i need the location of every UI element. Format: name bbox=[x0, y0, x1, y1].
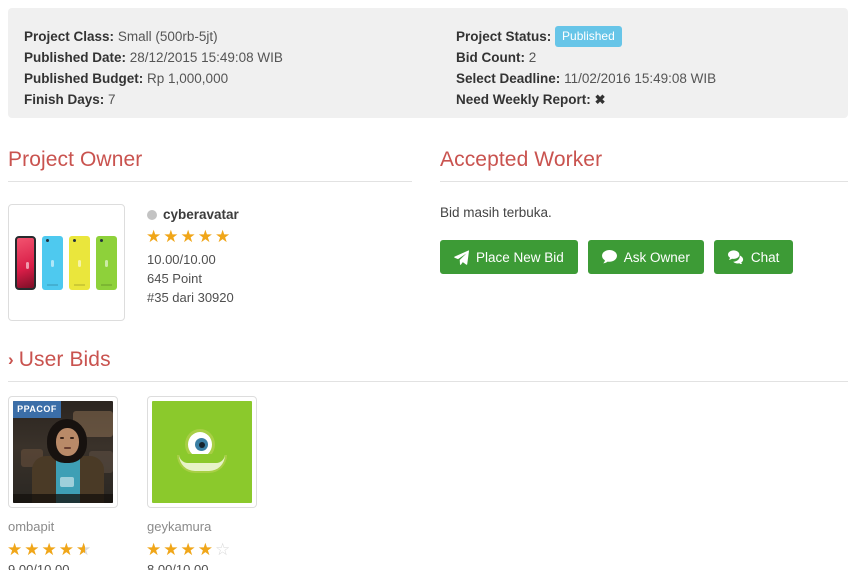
user-bids-heading[interactable]: › User Bids bbox=[8, 348, 848, 382]
bid-open-note: Bid masih terbuka. bbox=[440, 205, 552, 220]
bid-avatar-frame[interactable] bbox=[147, 396, 257, 508]
select-deadline-value: 11/02/2016 15:49:08 WIB bbox=[564, 71, 717, 86]
user-bid-card-list: PPACOF ombapit ★★★★★ 9.00/10.00 bbox=[7, 396, 848, 570]
project-class-row: Project Class: Small (500rb-5jt) bbox=[24, 26, 440, 47]
chat-label: Chat bbox=[750, 249, 780, 265]
owner-avatar-frame[interactable] bbox=[8, 204, 125, 321]
select-deadline-row: Select Deadline: 11/02/2016 15:49:08 WIB bbox=[456, 68, 848, 89]
ask-owner-button[interactable]: Ask Owner bbox=[587, 240, 704, 274]
published-date-label: Published Date: bbox=[24, 50, 127, 65]
project-owner-column: Project Owner cyberavatar ★★★★★ 10.00/10… bbox=[8, 148, 412, 321]
offline-circle-icon bbox=[147, 210, 157, 220]
comment-icon bbox=[601, 250, 617, 264]
finish-days-label: Finish Days: bbox=[24, 92, 105, 107]
bidder-star-rating: ★★★★☆ bbox=[146, 540, 270, 560]
star-icon: ★ bbox=[180, 227, 198, 246]
project-class-value: Small (500rb-5jt) bbox=[117, 29, 218, 44]
green-one-eyed-monster-icon bbox=[152, 401, 252, 503]
project-status-label: Project Status: bbox=[456, 29, 552, 44]
finish-days-value: 7 bbox=[108, 92, 116, 107]
star-icon: ★ bbox=[215, 227, 233, 246]
project-summary-panel: Project Class: Small (500rb-5jt) Publish… bbox=[8, 8, 848, 118]
project-status-row: Project Status: Published bbox=[456, 26, 848, 47]
project-detail-page: Project Class: Small (500rb-5jt) Publish… bbox=[0, 0, 856, 570]
star-icon: ★ bbox=[197, 540, 215, 559]
published-budget-row: Published Budget: Rp 1,000,000 bbox=[24, 68, 440, 89]
star-half-icon: ★ bbox=[76, 540, 93, 560]
bidder-star-rating: ★★★★★ bbox=[7, 540, 131, 560]
star-icon: ★ bbox=[58, 540, 76, 559]
star-icon: ★ bbox=[41, 540, 59, 559]
bidder-username[interactable]: geykamura bbox=[147, 519, 270, 534]
phones-thumbnail-icon bbox=[13, 209, 120, 316]
owner-info: cyberavatar ★★★★★ 10.00/10.00 645 Point … bbox=[146, 204, 239, 321]
bid-avatar-frame[interactable]: PPACOF bbox=[8, 396, 118, 508]
published-date-row: Published Date: 28/12/2015 15:49:08 WIB bbox=[24, 47, 440, 68]
paper-plane-icon bbox=[454, 249, 469, 265]
weekly-report-label: Need Weekly Report: bbox=[456, 92, 591, 107]
summary-right-column: Project Status: Published Bid Count: 2 S… bbox=[440, 26, 848, 110]
bidder-score: 8.00/10.00 bbox=[147, 562, 209, 570]
owner-rating-value: 10.00/10.00 bbox=[147, 252, 216, 267]
bidder-username[interactable]: ombapit bbox=[8, 519, 131, 534]
finish-days-row: Finish Days: 7 bbox=[24, 89, 440, 110]
worker-action-buttons: Place New Bid Ask Owner Chat bbox=[440, 240, 848, 274]
star-icon: ★ bbox=[146, 227, 164, 246]
user-bids-title: User Bids bbox=[18, 348, 111, 371]
bid-count-value: 2 bbox=[528, 50, 537, 65]
star-icon: ★ bbox=[180, 540, 198, 559]
photo-portrait-cafe-icon: PPACOF bbox=[13, 401, 113, 503]
chat-button[interactable]: Chat bbox=[713, 240, 794, 274]
cross-mark-icon: ✖ bbox=[594, 92, 606, 107]
comments-icon bbox=[727, 250, 744, 264]
bid-count-label: Bid Count: bbox=[456, 50, 525, 65]
user-bids-section: › User Bids PPACOF ombapit ★★★★★ ★ 9.00/… bbox=[7, 348, 848, 570]
star-empty-icon: ☆ bbox=[215, 540, 233, 559]
published-date-value: 28/12/2015 15:49:08 WIB bbox=[129, 50, 283, 65]
project-class-label: Project Class: bbox=[24, 29, 115, 44]
ask-owner-label: Ask Owner bbox=[623, 249, 690, 265]
list-item[interactable]: PPACOF ombapit ★★★★★ 9.00/10.00 bbox=[7, 396, 131, 570]
owner-username: cyberavatar bbox=[163, 207, 239, 222]
owner-rank: #35 dari 30920 bbox=[147, 290, 234, 305]
summary-left-column: Project Class: Small (500rb-5jt) Publish… bbox=[8, 26, 440, 110]
list-item[interactable]: geykamura ★★★★☆ 8.00/10.00 bbox=[146, 396, 270, 570]
cafe-sign-text: PPACOF bbox=[13, 401, 61, 418]
published-budget-label: Published Budget: bbox=[24, 71, 144, 86]
status-badge: Published bbox=[555, 26, 622, 47]
accepted-worker-heading: Accepted Worker bbox=[440, 148, 848, 182]
project-owner-card: cyberavatar ★★★★★ 10.00/10.00 645 Point … bbox=[8, 204, 412, 321]
chevron-right-icon: › bbox=[8, 350, 14, 369]
owner-star-rating: ★★★★★ bbox=[146, 227, 239, 248]
published-budget-value: Rp 1,000,000 bbox=[147, 71, 229, 86]
select-deadline-label: Select Deadline: bbox=[456, 71, 561, 86]
place-new-bid-button[interactable]: Place New Bid bbox=[440, 240, 578, 274]
owner-points: 645 Point bbox=[147, 271, 202, 286]
bidder-score: 9.00/10.00 bbox=[8, 562, 70, 570]
star-icon: ★ bbox=[163, 227, 181, 246]
star-icon: ★ bbox=[197, 227, 215, 246]
accepted-worker-column: Accepted Worker Bid masih terbuka. Place… bbox=[440, 148, 848, 274]
project-owner-heading: Project Owner bbox=[8, 148, 412, 182]
star-icon: ★ bbox=[7, 540, 25, 559]
bid-count-row: Bid Count: 2 bbox=[456, 47, 848, 68]
star-icon: ★ bbox=[163, 540, 181, 559]
place-new-bid-label: Place New Bid bbox=[476, 249, 564, 265]
star-icon: ★ bbox=[146, 540, 164, 559]
star-icon: ★ bbox=[24, 540, 42, 559]
weekly-report-row: Need Weekly Report: ✖ bbox=[456, 89, 848, 110]
owner-username-line[interactable]: cyberavatar bbox=[147, 206, 239, 224]
